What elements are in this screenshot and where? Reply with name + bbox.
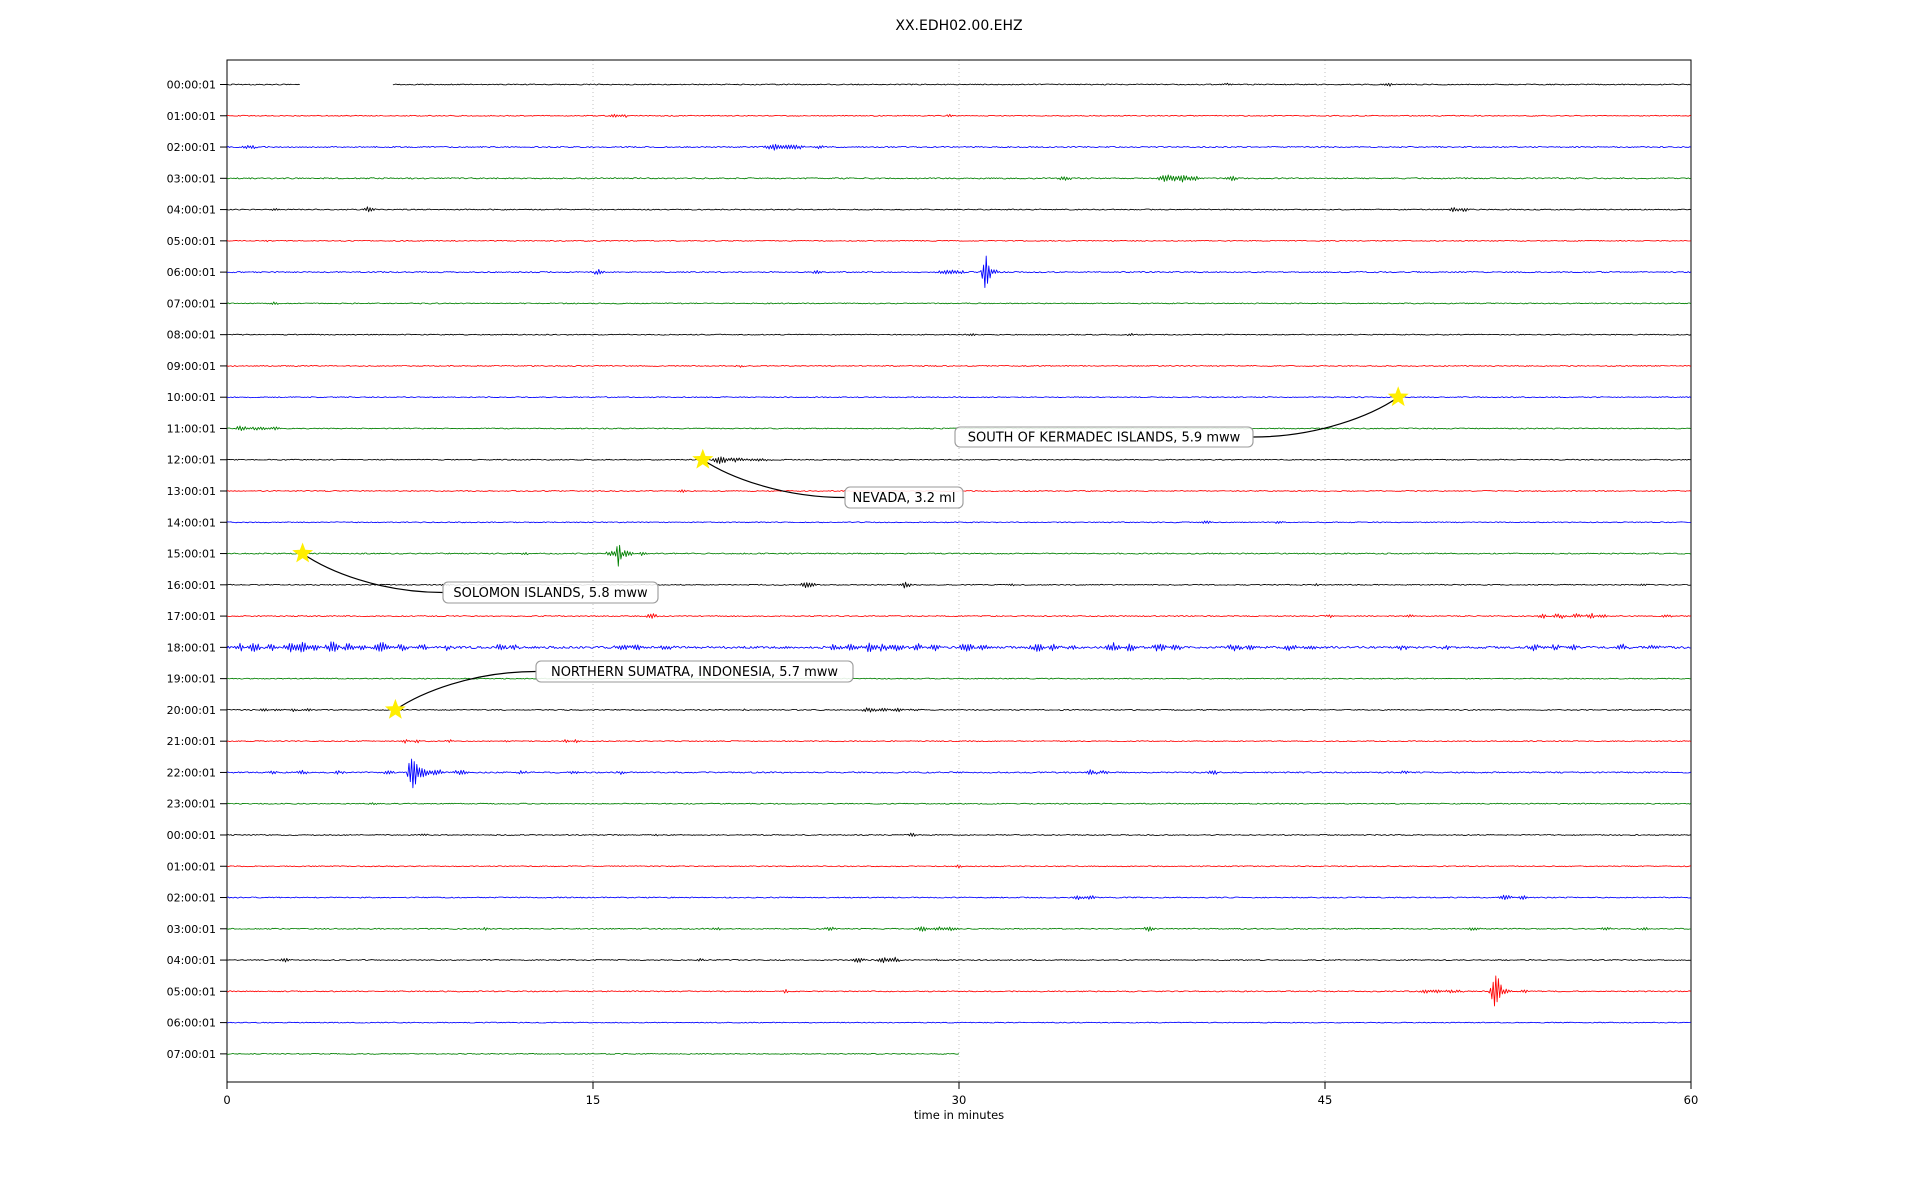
y-tick-label: 08:00:01 [167, 329, 216, 342]
y-tick-label: 06:00:01 [167, 1017, 216, 1030]
trace-row-9 [226, 364, 1691, 368]
y-tick-label: 17:00:01 [167, 610, 216, 623]
y-tick-label: 11:00:01 [167, 422, 216, 435]
trace-row-17 [226, 612, 1691, 619]
x-tick-label: 60 [1684, 1093, 1699, 1107]
annotation-leader [1252, 396, 1399, 438]
y-tick-label: 07:00:01 [167, 297, 216, 310]
x-axis-label: time in minutes [914, 1108, 1004, 1122]
trace-row-14 [227, 520, 1691, 524]
y-tick-label: 10:00:01 [167, 391, 216, 404]
y-tick-label: 01:00:01 [167, 110, 216, 123]
y-tick-label: 13:00:01 [167, 485, 216, 498]
trace-row-2 [226, 143, 1691, 151]
trace-row-10 [226, 396, 1692, 399]
trace-row-27 [226, 926, 1691, 932]
y-tick-label: 02:00:01 [167, 141, 216, 154]
y-tick-label: 12:00:01 [167, 454, 216, 467]
seismogram-plot: XX.EDH02.00.EHZ 0 15 30 45 60 00:00:01 01:00:0… [167, 18, 1699, 1122]
y-tick-label: 16:00:01 [167, 579, 216, 592]
trace-row-22 [226, 758, 1692, 789]
y-tick-label: 03:00:01 [167, 923, 216, 936]
y-tick-label: 03:00:01 [167, 172, 216, 185]
y-tick-label: 21:00:01 [167, 735, 216, 748]
annotation-leader [702, 459, 846, 499]
y-tick-label: 04:00:01 [167, 204, 216, 217]
x-tick-label: 15 [586, 1093, 601, 1107]
trace-row-4 [226, 206, 1691, 213]
annotation-box: SOUTH OF KERMADEC ISLANDS, 5.9 mww [954, 426, 1254, 448]
trace-row-26 [226, 894, 1691, 901]
trace-row-0 [226, 82, 1691, 87]
annotation-box: SOLOMON ISLANDS, 5.8 mww [442, 581, 659, 604]
y-tick-label: 04:00:01 [167, 954, 216, 967]
y-tick-label: 07:00:01 [167, 1048, 216, 1061]
annotation-leader [395, 670, 537, 711]
annotation-label: SOUTH OF KERMADEC ISLANDS, 5.9 mww [968, 431, 1241, 446]
x-tick-label: 45 [1318, 1093, 1333, 1107]
y-tick-label: 23:00:01 [167, 798, 216, 811]
trace-row-18 [226, 641, 1691, 653]
trace-row-30 [226, 1021, 1691, 1024]
y-tick-label: 20:00:01 [167, 704, 216, 717]
y-tick-label: 14:00:01 [167, 516, 216, 529]
trace-row-25 [226, 864, 1691, 869]
trace-row-28 [226, 956, 1691, 964]
event-star-icon [292, 542, 314, 563]
event-star-icon [1387, 386, 1409, 407]
annotation-box: NORTHERN SUMATRA, INDONESIA, 5.7 mww [535, 660, 854, 683]
y-tick-label: 02:00:01 [167, 892, 216, 905]
figure: XX.EDH02.00.EHZ 0 15 30 45 60 00:00:01 01:00:0… [0, 0, 1920, 1200]
trace-row-12 [226, 456, 1691, 465]
plot-title: XX.EDH02.00.EHZ [895, 18, 1022, 34]
y-tick-label: 00:00:01 [167, 829, 216, 842]
annotation-box: NEVADA, 3.2 ml [844, 486, 964, 509]
y-tick-label: 06:00:01 [167, 266, 216, 279]
y-tick-label: 00:00:01 [167, 79, 216, 92]
y-tick-label: 09:00:01 [167, 360, 216, 373]
y-tick-label: 18:00:01 [167, 641, 216, 654]
annotation-label: NORTHERN SUMATRA, INDONESIA, 5.7 mww [551, 665, 838, 680]
trace-row-8 [227, 332, 1691, 337]
y-tick-label: 15:00:01 [167, 548, 216, 561]
annotation-label: NEVADA, 3.2 ml [853, 491, 956, 506]
event-star-icon [384, 698, 406, 719]
annotation-leader [302, 553, 444, 594]
y-tick-label: 19:00:01 [167, 673, 216, 686]
x-tick-label: 0 [223, 1093, 230, 1107]
event-star-icon [692, 448, 714, 469]
trace-row-31 [226, 1052, 960, 1055]
y-tick-label: 05:00:01 [167, 985, 216, 998]
trace-row-5 [226, 239, 1691, 243]
plot-layers: 0 15 30 45 60 00:00:01 01:00:01 02:00:01 03:00:0… [167, 59, 1699, 1107]
trace-row-24 [226, 832, 1691, 837]
annotation-label: SOLOMON ISLANDS, 5.8 mww [453, 586, 648, 601]
y-tick-label: 05:00:01 [167, 235, 216, 248]
x-tick-label: 30 [952, 1093, 967, 1107]
trace-row-19 [227, 677, 1691, 680]
y-tick-label: 01:00:01 [167, 860, 216, 873]
y-tick-label: 22:00:01 [167, 766, 216, 779]
